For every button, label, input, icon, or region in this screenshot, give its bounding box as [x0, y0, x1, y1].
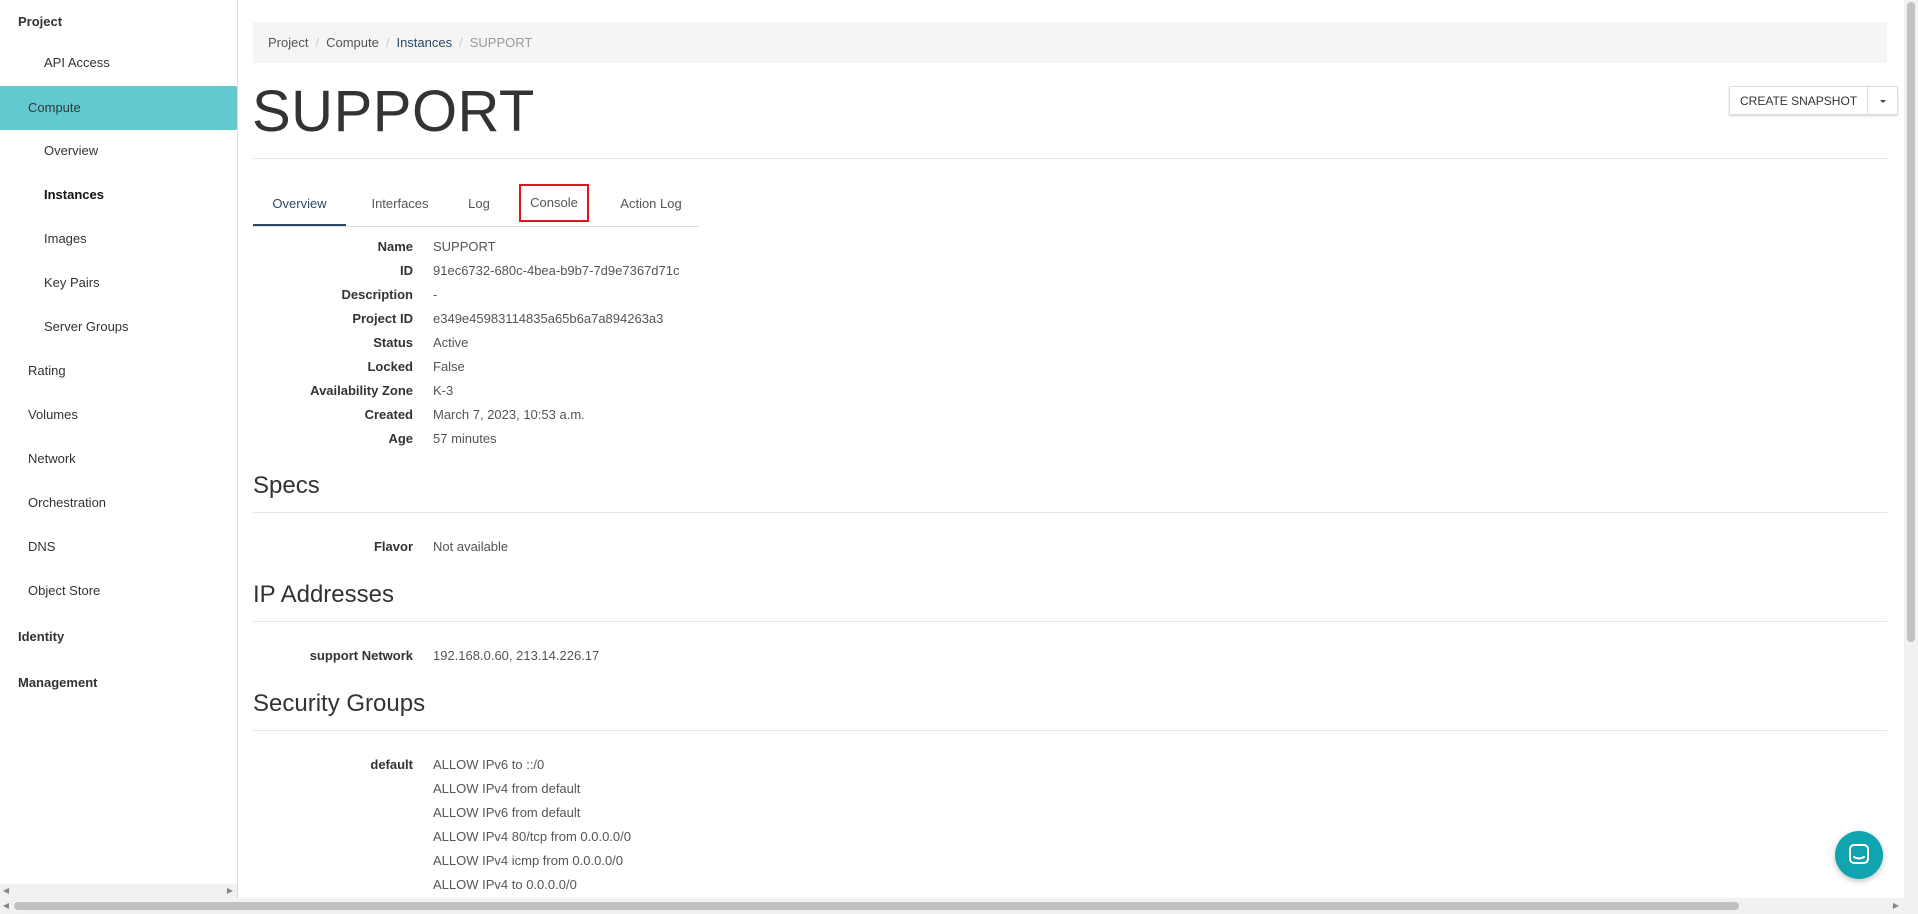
sidebar-item-instances[interactable]: Instances [0, 173, 237, 217]
detail-value: March 7, 2023, 10:53 a.m. [433, 407, 585, 422]
sidebar-group-project[interactable]: Project [0, 0, 237, 44]
breadcrumb-current: SUPPORT [469, 35, 533, 50]
tab-action-log[interactable]: Action Log [603, 182, 699, 226]
sidebar-item-images[interactable]: Images [0, 217, 237, 261]
detail-label: Locked [367, 359, 413, 374]
sidebar: Project API Access Compute Overview Inst… [0, 0, 238, 884]
snapshot-button-group: CREATE SNAPSHOT [1729, 86, 1899, 115]
section-title-ip-addresses: IP Addresses [253, 581, 394, 608]
chat-bubble-icon[interactable] [1835, 831, 1883, 879]
title-divider [253, 158, 1887, 159]
page-horizontal-scrollbar[interactable]: ◀ ▶ [0, 898, 1918, 914]
scroll-left-arrow-icon[interactable]: ◀ [0, 898, 12, 914]
scroll-left-arrow-icon[interactable]: ◀ [0, 884, 12, 898]
detail-value: 192.168.0.60, 213.14.226.17 [433, 648, 600, 663]
breadcrumb-compute[interactable]: Compute [326, 35, 379, 50]
breadcrumb-project[interactable]: Project [268, 35, 308, 50]
sidebar-item-network[interactable]: Network [0, 437, 237, 481]
security-rule: ALLOW IPv4 icmp from 0.0.0.0/0 [433, 853, 624, 868]
sidebar-item-orchestration[interactable]: Orchestration [0, 481, 237, 525]
detail-value: K-3 [433, 383, 454, 398]
detail-value: Active [433, 335, 469, 350]
sidebar-item-volumes[interactable]: Volumes [0, 393, 237, 437]
security-rule: ALLOW IPv4 80/tcp from 0.0.0.0/0 [433, 829, 631, 844]
create-snapshot-button[interactable]: CREATE SNAPSHOT [1729, 86, 1869, 115]
scroll-right-arrow-icon[interactable]: ▶ [224, 884, 236, 898]
detail-value: 57 minutes [433, 431, 497, 446]
scrollbar-thumb[interactable] [1907, 2, 1915, 642]
section-divider [253, 730, 1887, 731]
detail-label: Flavor [373, 539, 413, 554]
sidebar-item-dns[interactable]: DNS [0, 525, 237, 569]
tab-log[interactable]: Log [453, 182, 505, 226]
page-vertical-scrollbar[interactable] [1904, 0, 1918, 898]
detail-value: e349e45983114835a65b6a7a894263a3 [433, 311, 664, 326]
detail-label: Description [341, 287, 413, 302]
chat-glyph-icon [1849, 844, 1869, 864]
sidebar-item-overview[interactable]: Overview [0, 129, 237, 173]
breadcrumb-separator: / [315, 35, 320, 50]
sidebar-item-object-store[interactable]: Object Store [0, 569, 237, 613]
section-divider [253, 512, 1887, 513]
tab-console[interactable]: Console [519, 184, 589, 222]
breadcrumb-instances[interactable]: Instances [396, 35, 452, 50]
breadcrumb-separator: / [385, 35, 390, 50]
page-title: SUPPORT [252, 79, 535, 144]
scrollbar-thumb[interactable] [14, 902, 1739, 910]
detail-label: support Network [309, 648, 413, 663]
security-rule: ALLOW IPv4 to 0.0.0.0/0 [433, 877, 577, 892]
security-rule: ALLOW IPv6 to ::/0 [433, 757, 545, 772]
section-divider [253, 621, 1887, 622]
tab-interfaces[interactable]: Interfaces [357, 182, 443, 226]
detail-value: SUPPORT [433, 239, 496, 254]
detail-value: Not available [433, 539, 509, 554]
detail-label: Status [373, 335, 413, 350]
breadcrumb: Project / Compute / Instances / SUPPORT [253, 22, 1887, 63]
section-title-security-groups: Security Groups [253, 690, 426, 717]
security-rule: ALLOW IPv6 from default [433, 805, 581, 820]
sidebar-group-management[interactable]: Management [0, 661, 237, 705]
detail-label: Age [388, 431, 413, 446]
sidebar-item-api-access[interactable]: API Access [0, 41, 237, 85]
detail-label: ID [400, 263, 413, 278]
scroll-right-arrow-icon[interactable]: ▶ [1890, 898, 1902, 914]
detail-label: Name [377, 239, 413, 254]
sidebar-item-server-groups[interactable]: Server Groups [0, 305, 237, 349]
sidebar-item-compute[interactable]: Compute [0, 86, 237, 130]
sidebar-item-rating[interactable]: Rating [0, 349, 237, 393]
detail-value: - [433, 287, 438, 302]
detail-label: Created [364, 407, 413, 422]
tab-overview[interactable]: Overview [253, 182, 346, 226]
caret-down-icon[interactable] [1868, 86, 1899, 115]
detail-label: Availability Zone [310, 383, 413, 398]
detail-label: default [370, 757, 413, 772]
security-rule: ALLOW IPv4 from default [433, 781, 581, 796]
breadcrumb-separator: / [459, 35, 463, 50]
detail-label: Project ID [352, 311, 413, 326]
sidebar-item-key-pairs[interactable]: Key Pairs [0, 261, 237, 305]
section-title-specs: Specs [253, 472, 320, 499]
sidebar-horizontal-scrollbar[interactable]: ◀ ▶ [0, 884, 238, 898]
detail-value: False [433, 359, 465, 374]
detail-value: 91ec6732-680c-4bea-b9b7-7d9e7367d71c [433, 263, 680, 278]
sidebar-group-identity[interactable]: Identity [0, 615, 237, 659]
detail-tabs: Overview Interfaces Log Console Action L… [253, 182, 699, 227]
